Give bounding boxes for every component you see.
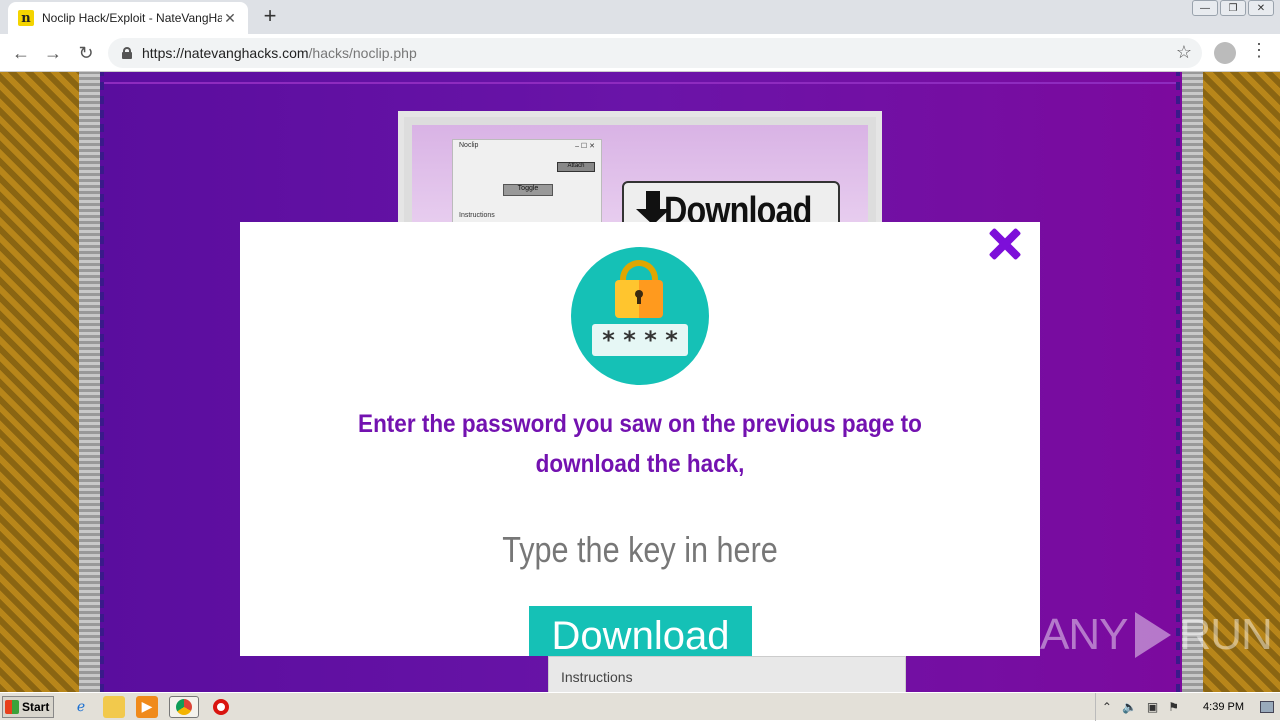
reload-button[interactable]: ↻ (73, 40, 99, 66)
chrome-menu-icon[interactable]: ⋮ (1250, 40, 1268, 61)
tab-strip: n Noclip Hack/Exploit - NateVangHacks ✕ … (0, 0, 1280, 34)
close-window-button[interactable]: ✕ (1248, 0, 1274, 16)
volume-icon[interactable]: 🔈 (1122, 700, 1137, 714)
action-center-flag-icon[interactable]: ⚑ (1168, 700, 1179, 714)
mini-window-controls: – ☐ ✕ (575, 143, 595, 150)
password-dots: * * * * (592, 324, 688, 356)
mini-toggle-button: Toggle (503, 184, 553, 196)
close-modal-icon[interactable] (984, 224, 1024, 264)
maximize-button[interactable]: ❐ (1220, 0, 1246, 16)
address-bar[interactable]: https://natevanghacks.com /hacks/noclip.… (108, 38, 1202, 68)
network-icon[interactable]: ▣ (1147, 700, 1158, 714)
anyrun-watermark: ANY RUN (1040, 610, 1273, 660)
tab-title: Noclip Hack/Exploit - NateVangHacks (42, 11, 222, 25)
tab-close-icon[interactable]: ✕ (222, 10, 238, 27)
media-player-icon[interactable]: ▶ (136, 695, 158, 718)
explorer-icon[interactable] (103, 695, 125, 718)
play-logo-icon (1133, 610, 1173, 660)
mini-attach-button: Attach (557, 162, 595, 172)
site-favicon-icon: n (18, 10, 34, 26)
minimize-button[interactable]: — (1192, 0, 1218, 16)
profile-avatar-icon[interactable] (1214, 42, 1236, 64)
right-dashed-border (1176, 72, 1180, 692)
mini-instructions: Instructions (459, 212, 495, 219)
page-viewport: Noclip – ☐ ✕ Attach Toggle Instructions … (0, 72, 1280, 692)
key-input[interactable] (470, 518, 810, 582)
url-host: https://natevanghacks.com (142, 45, 309, 61)
instructions-heading: Instructions (561, 669, 633, 685)
clock[interactable]: 4:39 PM (1203, 701, 1244, 713)
left-border-strip (79, 72, 101, 692)
forward-button[interactable]: → (40, 40, 66, 66)
mini-window-title: Noclip (459, 142, 479, 149)
password-modal: * * * * Enter the password you saw on th… (240, 222, 1040, 656)
ie-icon[interactable]: ℯ (70, 696, 92, 718)
bookmark-star-icon[interactable]: ☆ (1176, 42, 1192, 63)
tray-expand-icon[interactable]: ⌃ (1102, 700, 1112, 714)
download-button[interactable]: Download (529, 606, 752, 656)
modal-message: Enter the password you saw on the previo… (358, 410, 922, 478)
chrome-icon[interactable] (169, 695, 199, 718)
padlock-password-icon: * * * * (571, 247, 709, 385)
back-button[interactable]: ← (8, 40, 34, 66)
window-controls: — ❐ ✕ (1190, 0, 1274, 16)
tab-noclip[interactable]: n Noclip Hack/Exploit - NateVangHacks ✕ (8, 2, 248, 34)
start-button[interactable]: Start (2, 695, 54, 718)
url-path: /hacks/noclip.php (308, 45, 417, 61)
browser-toolbar: ← → ↻ https://natevanghacks.com /hacks/n… (0, 34, 1280, 72)
windows-logo-icon (5, 699, 19, 714)
opera-icon[interactable] (210, 696, 232, 718)
lock-icon[interactable] (122, 47, 132, 59)
left-dashed-border (100, 72, 104, 692)
windows-taskbar: Start ℯ ▶ ⌃ 🔈 ▣ ⚑ 4:39 PM (0, 692, 1280, 721)
right-border-strip (1181, 72, 1203, 692)
show-desktop-icon[interactable] (1260, 701, 1274, 713)
system-tray: ⌃ 🔈 ▣ ⚑ 4:39 PM (1094, 693, 1280, 721)
instructions-panel: Instructions (548, 656, 906, 692)
new-tab-button[interactable]: + (258, 5, 282, 27)
header-divider (104, 82, 1176, 84)
